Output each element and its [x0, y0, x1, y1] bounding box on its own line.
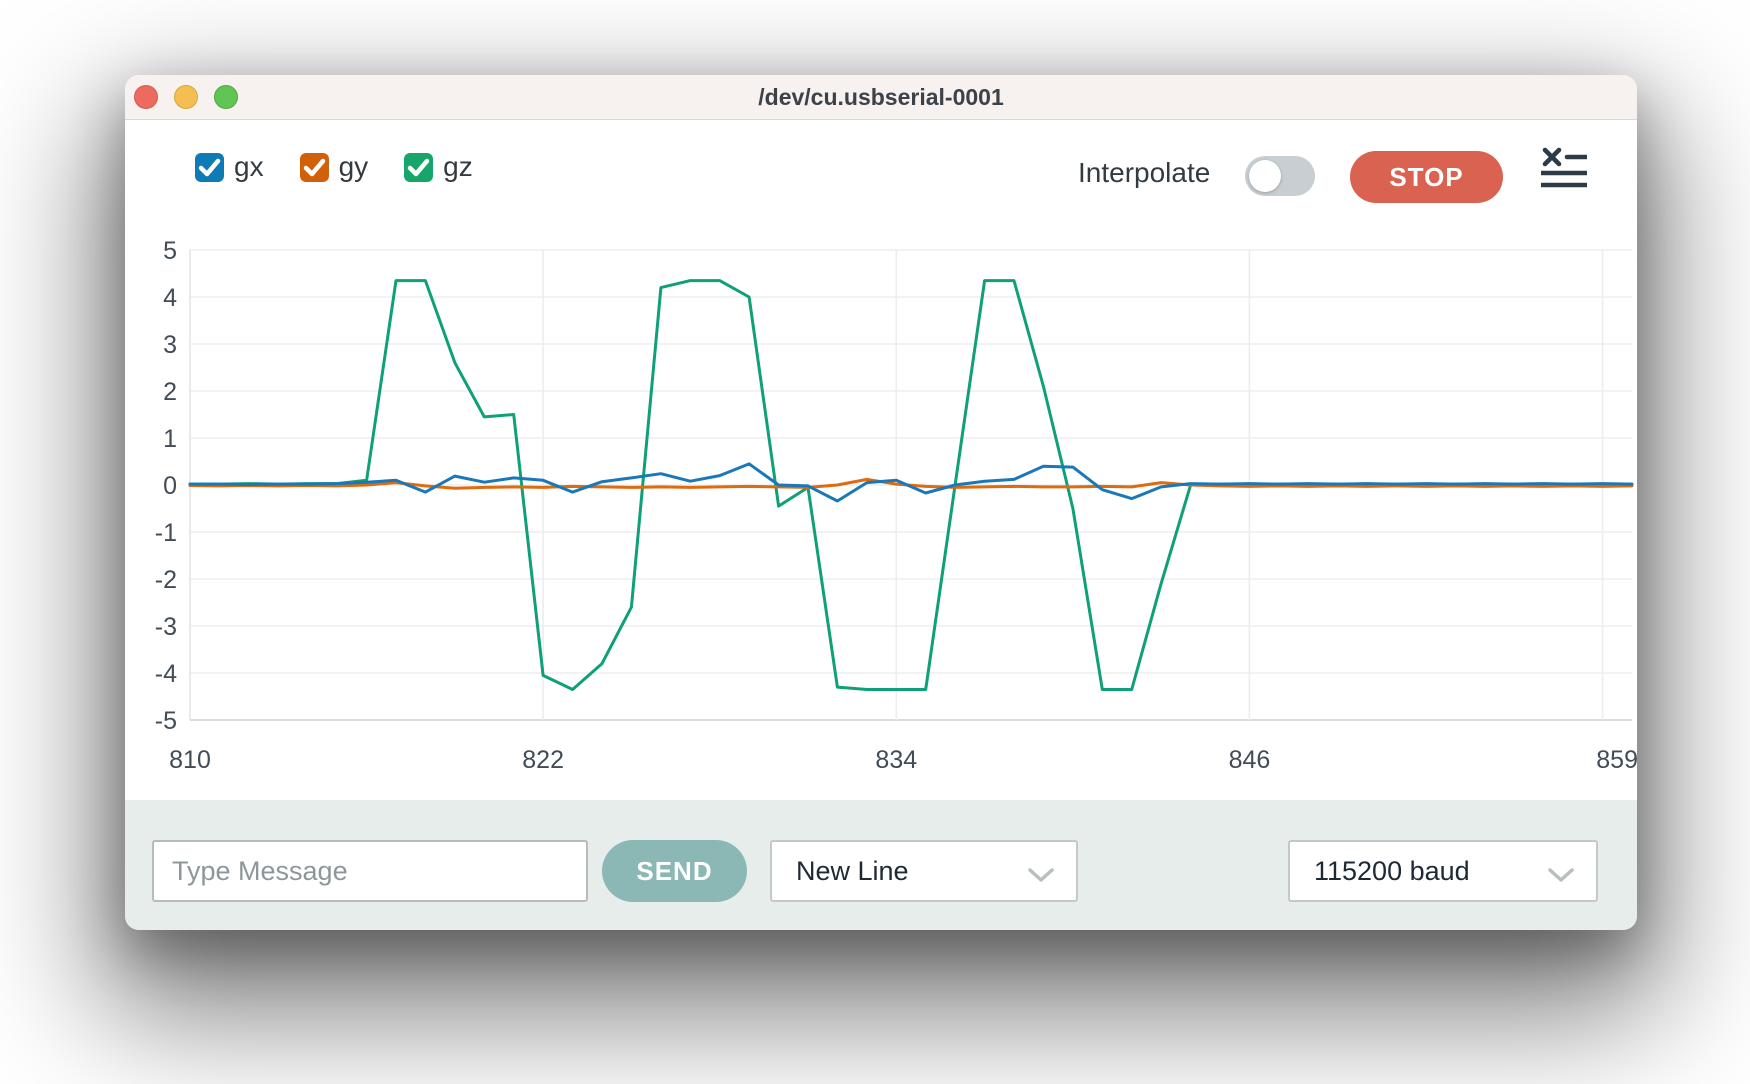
svg-text:822: 822 [522, 746, 564, 774]
svg-text:5: 5 [163, 237, 177, 265]
svg-text:-2: -2 [155, 566, 177, 594]
chevron-down-icon [1548, 868, 1574, 882]
message-input[interactable] [152, 840, 588, 902]
svg-text:859: 859 [1596, 746, 1637, 774]
baud-rate-select[interactable]: 115200 baud [1288, 840, 1598, 902]
svg-text:834: 834 [875, 746, 917, 774]
app-window: /dev/cu.usbserial-0001 gx gy [125, 75, 1637, 930]
baud-rate-value: 115200 baud [1314, 856, 1470, 887]
svg-text:-4: -4 [155, 660, 177, 688]
svg-text:4: 4 [163, 284, 177, 312]
line-ending-value: New Line [796, 856, 909, 887]
close-button[interactable] [134, 85, 158, 109]
serial-plot-chart: 5 4 3 2 1 0 -1 -2 -3 -4 -5 810 822 834 846 859 [125, 120, 1637, 800]
send-button[interactable]: SEND [602, 840, 747, 902]
svg-text:1: 1 [163, 425, 177, 453]
svg-text:0: 0 [163, 472, 177, 500]
svg-text:2: 2 [163, 378, 177, 406]
title-bar: /dev/cu.usbserial-0001 [125, 75, 1637, 120]
chevron-down-icon [1028, 868, 1054, 882]
traffic-lights [134, 85, 238, 109]
svg-text:3: 3 [163, 331, 177, 359]
svg-text:-1: -1 [155, 519, 177, 547]
svg-text:810: 810 [169, 746, 211, 774]
bottom-bar: SEND New Line 115200 baud [125, 800, 1637, 930]
window-title: /dev/cu.usbserial-0001 [758, 84, 1003, 111]
svg-text:846: 846 [1229, 746, 1271, 774]
minimize-button[interactable] [174, 85, 198, 109]
svg-text:-5: -5 [155, 707, 177, 735]
svg-text:-3: -3 [155, 613, 177, 641]
line-ending-select[interactable]: New Line [770, 840, 1078, 902]
zoom-button[interactable] [214, 85, 238, 109]
